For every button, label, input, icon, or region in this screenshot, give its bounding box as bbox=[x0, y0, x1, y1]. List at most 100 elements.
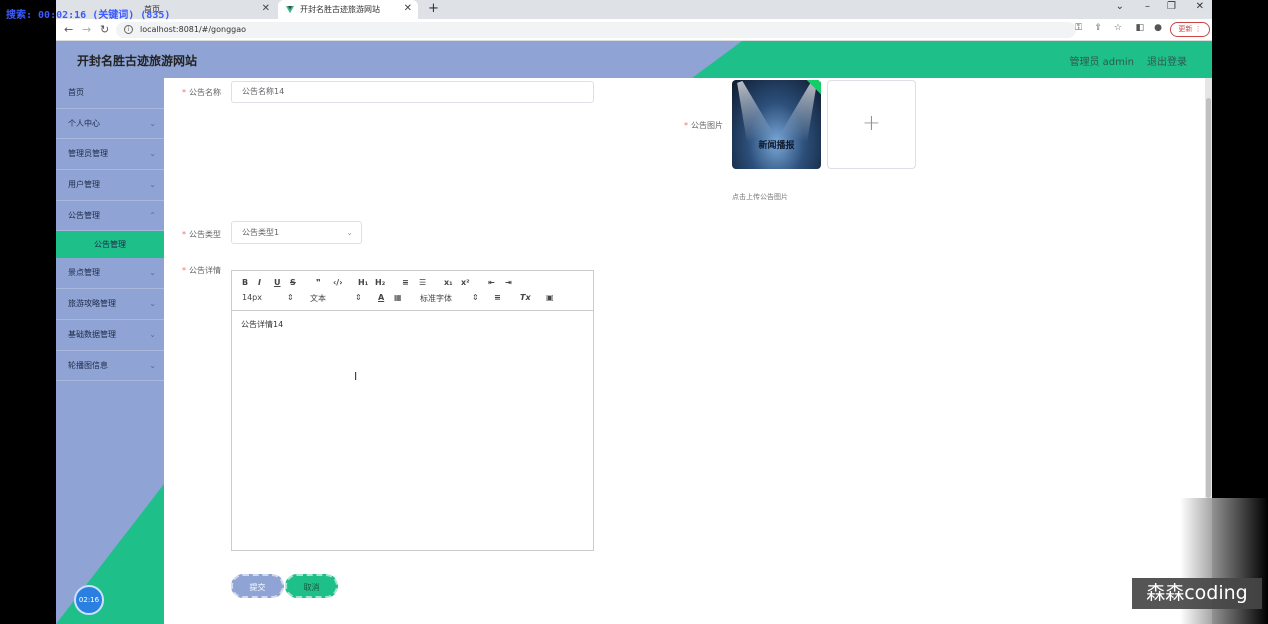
italic-icon[interactable]: I bbox=[258, 278, 261, 287]
sidebar-item-admins[interactable]: 管理员管理 ⌄ bbox=[56, 139, 164, 171]
chevron-down-icon: ⌄ bbox=[149, 360, 156, 370]
clear-format-icon[interactable]: Tx bbox=[520, 293, 531, 302]
address-bar: ← → ↻ i localhost:8081/#/gonggao ⚿ ⇪ ☆ ◧… bbox=[56, 19, 1212, 41]
sidebar: 首页 个人中心 ⌄ 管理员管理 ⌄ 用户管理 ⌄ 公告管理 ⌃ 公告管理 景点管理 ⌄ 旅… bbox=[56, 78, 164, 624]
current-user: 管理员 admin bbox=[1069, 57, 1134, 68]
left-black-bar bbox=[0, 0, 56, 624]
key-icon[interactable]: ⚿ bbox=[1075, 23, 1082, 33]
logout-link[interactable]: 退出登录 bbox=[1147, 53, 1187, 68]
notice-detail-label: * 公告详情 bbox=[182, 266, 221, 275]
bullet-list-icon[interactable]: ☰ bbox=[419, 278, 426, 287]
sidebar-item-home[interactable]: 首页 bbox=[56, 78, 164, 109]
font-family-select[interactable]: 标准字体 bbox=[420, 293, 452, 304]
chevron-updown-icon: ⇕ bbox=[287, 293, 294, 302]
tab-label: 开封名胜古迹旅游网站 bbox=[300, 5, 380, 14]
check-icon: ✓ bbox=[818, 80, 821, 84]
font-size-select[interactable]: 14px bbox=[242, 293, 262, 302]
chevron-down-icon: ⌄ bbox=[149, 149, 156, 159]
notice-name-input[interactable]: 公告名称14 bbox=[231, 81, 594, 103]
chevron-down-icon: ⌄ bbox=[149, 180, 156, 190]
sidebar-item-basic-data[interactable]: 基础数据管理 ⌄ bbox=[56, 320, 164, 351]
outdent-icon[interactable]: ⇤ bbox=[488, 278, 495, 287]
background-color-icon[interactable]: ▦ bbox=[394, 293, 402, 302]
bold-icon[interactable]: B bbox=[242, 278, 248, 287]
recording-overlay-text: 搜索: 00:02:16 (关键词) (835) bbox=[6, 10, 171, 21]
minimize-icon[interactable]: – bbox=[1145, 1, 1150, 12]
recording-timer: 02:16 bbox=[74, 585, 104, 615]
chevron-down-icon: ⌄ bbox=[149, 118, 156, 128]
chevron-down-icon: ⌄ bbox=[346, 228, 353, 237]
font-color-icon[interactable]: A bbox=[378, 293, 384, 302]
profile-icon[interactable]: ● bbox=[1154, 23, 1162, 33]
text-cursor-icon: I bbox=[354, 370, 358, 383]
h2-icon[interactable]: H₂ bbox=[375, 278, 385, 287]
chevron-updown-icon: ⇕ bbox=[355, 293, 362, 302]
editor-content[interactable]: 公告详情14 bbox=[232, 311, 593, 338]
sidebar-item-users[interactable]: 用户管理 ⌄ bbox=[56, 170, 164, 201]
tab-active[interactable]: 开封名胜古迹旅游网站 ✕ bbox=[278, 0, 418, 19]
forward-icon[interactable]: → bbox=[82, 23, 91, 36]
star-icon[interactable]: ☆ bbox=[1114, 23, 1122, 33]
notice-type-select[interactable]: 公告类型1 ⌄ bbox=[231, 221, 362, 244]
upload-tip: 点击上传公告图片 bbox=[732, 193, 788, 201]
back-icon[interactable]: ← bbox=[64, 23, 73, 36]
h1-icon[interactable]: H₁ bbox=[358, 278, 368, 287]
subscript-icon[interactable]: x₁ bbox=[444, 278, 453, 287]
align-icon[interactable]: ≡ bbox=[494, 293, 501, 302]
site-info-icon[interactable]: i bbox=[124, 25, 133, 34]
superscript-icon[interactable]: x² bbox=[461, 278, 470, 287]
image-caption: 新闻播报 bbox=[758, 141, 795, 151]
underline-icon[interactable]: U bbox=[274, 278, 281, 287]
chevron-down-icon[interactable]: ⌄ bbox=[1116, 1, 1124, 12]
form-area: *公告名称 公告名称14 *公告图片 新闻播报 ✓ + 点击上传公告图片 *公告… bbox=[164, 78, 1204, 624]
rich-text-editor[interactable]: B I U S ❞ ‹/› H₁ H₂ ≡ ☰ x₁ x² ⇤ ⇥ 14px ⇕… bbox=[231, 270, 594, 551]
sidebar-item-carousel[interactable]: 轮播图信息 ⌄ bbox=[56, 351, 164, 382]
upload-add-button[interactable]: + bbox=[827, 80, 916, 169]
spotlight bbox=[781, 80, 821, 143]
text-style-select[interactable]: 文本 bbox=[310, 293, 326, 304]
sidebar-item-attractions[interactable]: 景点管理 ⌄ bbox=[56, 258, 164, 290]
notice-image-thumbnail[interactable]: 新闻播报 ✓ bbox=[732, 80, 821, 169]
new-tab-icon[interactable]: + bbox=[428, 1, 439, 16]
site-header: 开封名胜古迹旅游网站 管理员 admin 退出登录 bbox=[56, 41, 1212, 78]
url-field[interactable]: i localhost:8081/#/gonggao bbox=[116, 22, 1076, 38]
site-title: 开封名胜古迹旅游网站 bbox=[77, 54, 198, 68]
editor-toolbar: B I U S ❞ ‹/› H₁ H₂ ≡ ☰ x₁ x² ⇤ ⇥ 14px ⇕… bbox=[232, 271, 593, 311]
watermark: 森森coding bbox=[1132, 578, 1262, 609]
cancel-button[interactable]: 取消 bbox=[285, 574, 338, 598]
browser-window: 首页 ✕ 开封名胜古迹旅游网站 ✕ + ⌄ – ❐ ✕ ← → ↻ i loca… bbox=[56, 0, 1212, 624]
indent-icon[interactable]: ⇥ bbox=[505, 278, 512, 287]
spotlight bbox=[732, 80, 773, 143]
chevron-up-icon: ⌃ bbox=[149, 210, 156, 220]
notice-image-label: * 公告图片 bbox=[684, 121, 723, 130]
notice-type-value: 公告类型1 bbox=[242, 228, 280, 237]
sidepanel-icon[interactable]: ◧ bbox=[1135, 23, 1144, 33]
quote-icon[interactable]: ❞ bbox=[316, 278, 321, 287]
close-icon[interactable]: ✕ bbox=[404, 3, 412, 14]
submit-button[interactable]: 提交 bbox=[231, 574, 284, 598]
chevron-updown-icon: ⇕ bbox=[472, 293, 479, 302]
sidebar-green-shape bbox=[56, 484, 164, 624]
share-icon[interactable]: ⇪ bbox=[1094, 23, 1102, 33]
chevron-down-icon: ⌄ bbox=[149, 329, 156, 339]
ordered-list-icon[interactable]: ≡ bbox=[402, 278, 409, 287]
notice-name-label: * 公告名称 bbox=[182, 88, 221, 97]
reload-icon[interactable]: ↻ bbox=[100, 23, 109, 36]
scrollbar[interactable] bbox=[1205, 78, 1212, 498]
close-window-icon[interactable]: ✕ bbox=[1196, 1, 1204, 12]
tab-bar: 首页 ✕ 开封名胜古迹旅游网站 ✕ + ⌄ – ❐ ✕ bbox=[56, 0, 1212, 19]
sidebar-item-guides[interactable]: 旅游攻略管理 ⌄ bbox=[56, 289, 164, 320]
scrollbar-thumb[interactable] bbox=[1206, 98, 1211, 498]
strike-icon[interactable]: S bbox=[290, 278, 296, 287]
update-button[interactable]: 更新 ⋮ bbox=[1170, 22, 1210, 37]
sidebar-item-notices[interactable]: 公告管理 ⌃ bbox=[56, 201, 164, 232]
image-icon[interactable]: ▣ bbox=[546, 293, 554, 302]
close-icon[interactable]: ✕ bbox=[262, 3, 270, 14]
notice-type-label: * 公告类型 bbox=[182, 230, 221, 239]
sidebar-subitem-notices[interactable]: 公告管理 bbox=[56, 231, 164, 259]
vue-logo-icon bbox=[286, 5, 294, 13]
sidebar-item-profile[interactable]: 个人中心 ⌄ bbox=[56, 109, 164, 140]
restore-icon[interactable]: ❐ bbox=[1167, 1, 1176, 12]
code-icon[interactable]: ‹/› bbox=[333, 278, 343, 287]
url-text: localhost:8081/#/gonggao bbox=[140, 25, 247, 34]
